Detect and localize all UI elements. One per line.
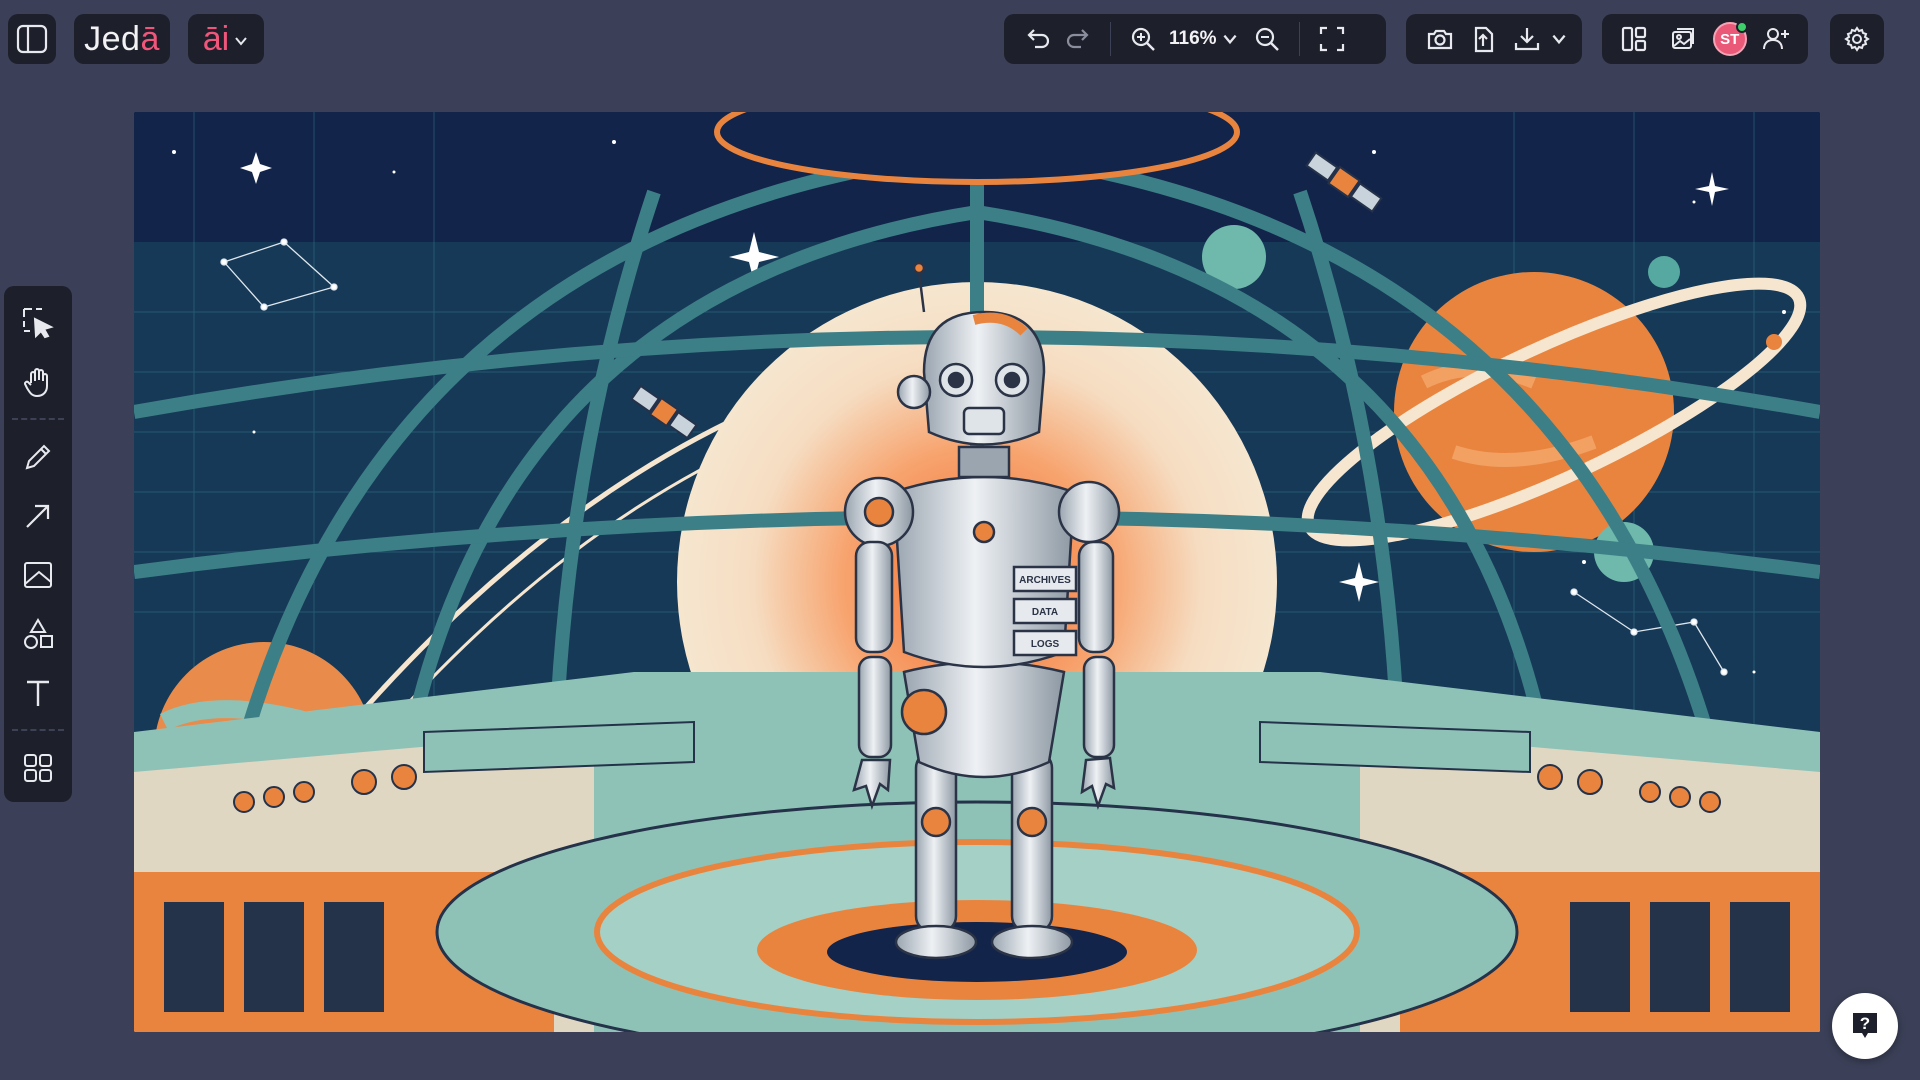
panel-label-archives: ARCHIVES [1019, 575, 1071, 586]
hand-tool[interactable] [12, 357, 64, 406]
text-tool[interactable] [12, 668, 64, 717]
fit-screen-icon[interactable] [1312, 19, 1352, 59]
gear-icon [1843, 25, 1871, 53]
avatar-initials: ST [1720, 30, 1740, 48]
camera-icon[interactable] [1420, 19, 1460, 59]
zoom-in-icon[interactable] [1123, 19, 1163, 59]
separator [1110, 22, 1111, 56]
add-user-icon[interactable] [1756, 19, 1796, 59]
logo-accent: ā [140, 19, 160, 58]
tool-palette [4, 286, 72, 802]
panel-label-logs: LOGS [1031, 639, 1060, 650]
help-chat-icon: ? [1848, 1009, 1882, 1043]
sidebar-toggle-button[interactable] [8, 14, 56, 64]
hand-icon [21, 365, 55, 399]
ai-label: āi [202, 19, 230, 58]
chevron-down-icon[interactable] [1221, 30, 1239, 48]
grid-icon [21, 751, 55, 785]
collaboration-group: ST [1602, 14, 1808, 64]
text-icon [21, 676, 55, 710]
arrow-icon [21, 499, 55, 533]
layout-panels-icon[interactable] [1614, 19, 1654, 59]
logo-text: Jed [84, 19, 141, 58]
zoom-out-icon[interactable] [1247, 19, 1287, 59]
toolbar-divider [12, 729, 64, 731]
panel-label-data: DATA [1032, 607, 1058, 618]
help-button[interactable]: ? [1832, 993, 1898, 1059]
user-avatar[interactable]: ST [1712, 21, 1748, 56]
settings-button[interactable] [1830, 14, 1884, 64]
svg-text:?: ? [1860, 1014, 1870, 1033]
chevron-down-icon[interactable] [1550, 30, 1568, 48]
chevron-down-icon [233, 33, 249, 49]
arrow-tool[interactable] [12, 491, 64, 540]
undo-icon[interactable] [1018, 19, 1058, 59]
zoom-level-dropdown[interactable]: 116% [1169, 28, 1217, 50]
toolbar-divider [12, 418, 64, 420]
redo-icon[interactable] [1058, 19, 1098, 59]
ai-menu-button[interactable]: āi [188, 14, 264, 64]
image-icon [21, 558, 55, 592]
gallery-icon[interactable] [1663, 19, 1703, 59]
pencil-icon [21, 440, 55, 474]
robot-observatory-illustration: ARCHIVES DATA LOGS [134, 112, 1820, 1032]
download-icon[interactable] [1507, 19, 1547, 59]
canvas-artwork[interactable]: ARCHIVES DATA LOGS [134, 112, 1820, 1032]
online-status-indicator [1735, 21, 1748, 33]
shapes-tool[interactable] [12, 609, 64, 658]
history-zoom-group: 116% [1004, 14, 1386, 64]
separator [1298, 22, 1300, 56]
share-upload-icon[interactable] [1463, 19, 1503, 59]
shapes-icon [21, 617, 55, 651]
sidebar-panel-icon [15, 22, 49, 56]
select-tool[interactable] [12, 298, 64, 347]
select-arrow-icon [20, 305, 56, 341]
app-logo[interactable]: Jed ā [74, 14, 170, 64]
export-group [1406, 14, 1582, 64]
image-tool[interactable] [12, 550, 64, 599]
components-tool[interactable] [12, 743, 64, 792]
pencil-tool[interactable] [12, 432, 64, 481]
